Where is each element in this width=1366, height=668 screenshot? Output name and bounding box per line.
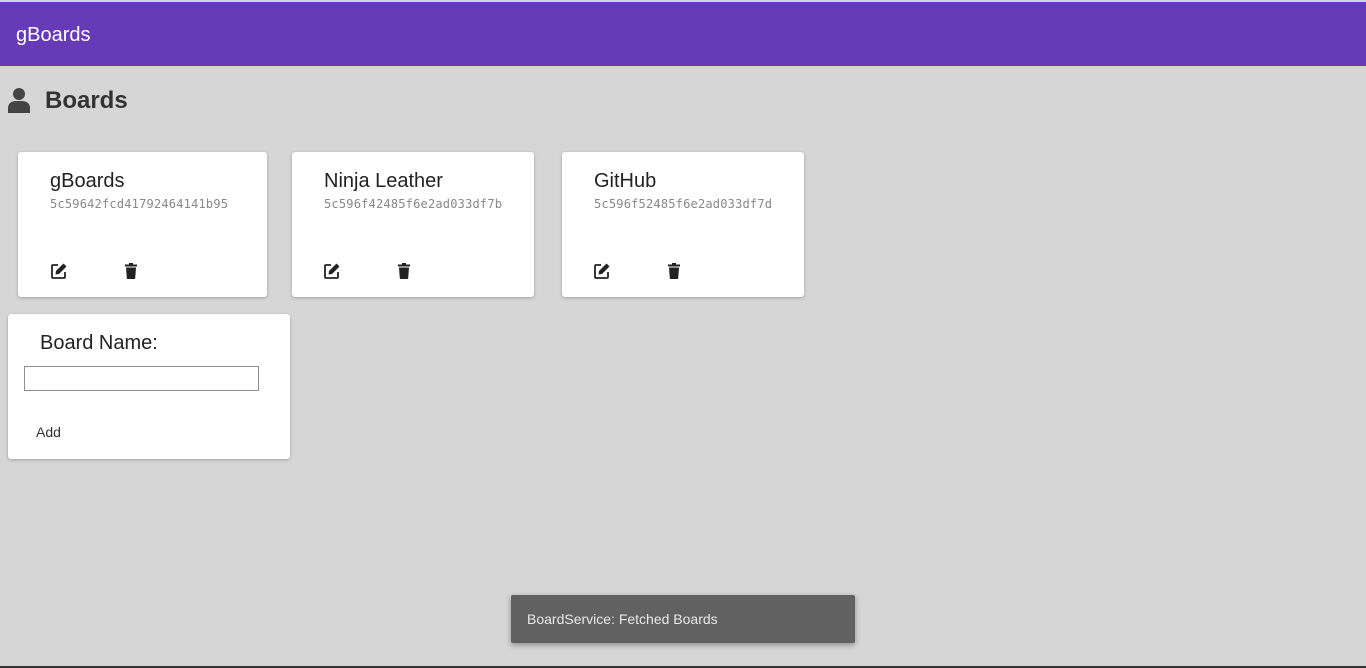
board-name-input[interactable] bbox=[24, 366, 259, 391]
edit-icon[interactable] bbox=[593, 262, 611, 280]
board-name-label: Board Name: bbox=[40, 332, 158, 354]
snackbar-message: BoardService: Fetched Boards bbox=[527, 611, 718, 627]
board-id: 5c596f52485f6e2ad033df7d bbox=[594, 197, 773, 211]
board-name: Ninja Leather bbox=[324, 170, 443, 192]
board-card[interactable]: gBoards 5c59642fcd41792464141b95 bbox=[18, 152, 267, 297]
board-card[interactable]: Ninja Leather 5c596f42485f6e2ad033df7b bbox=[292, 152, 534, 297]
board-id: 5c59642fcd41792464141b95 bbox=[50, 197, 229, 211]
edit-icon[interactable] bbox=[50, 262, 68, 280]
page-title: Boards bbox=[45, 87, 128, 114]
app-title: gBoards bbox=[16, 24, 91, 46]
edit-icon[interactable] bbox=[323, 262, 341, 280]
trash-icon[interactable] bbox=[395, 262, 413, 280]
top-app-bar: gBoards bbox=[0, 2, 1366, 66]
user-icon bbox=[8, 87, 30, 113]
add-board-button[interactable]: Add bbox=[24, 420, 73, 444]
trash-icon[interactable] bbox=[122, 262, 140, 280]
trash-icon[interactable] bbox=[665, 262, 683, 280]
board-id: 5c596f42485f6e2ad033df7b bbox=[324, 197, 503, 211]
add-board-card: Board Name: Add bbox=[8, 314, 290, 459]
snackbar: BoardService: Fetched Boards bbox=[511, 595, 855, 643]
board-name: gBoards bbox=[50, 170, 125, 192]
board-card[interactable]: GitHub 5c596f52485f6e2ad033df7d bbox=[562, 152, 804, 297]
board-name: GitHub bbox=[594, 170, 657, 192]
